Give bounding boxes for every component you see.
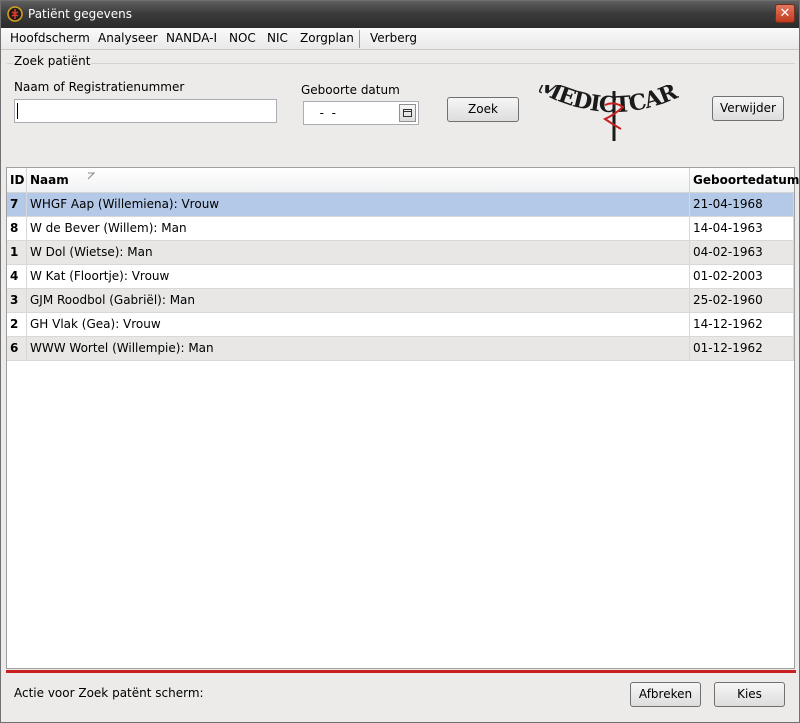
menu-verberg[interactable]: Verberg — [370, 31, 417, 45]
footer-accent-line — [6, 670, 796, 673]
search-button[interactable]: Zoek — [447, 97, 519, 122]
birth-date-picker[interactable]: - - — [303, 101, 419, 125]
menu-nic[interactable]: NIC — [267, 31, 288, 45]
app-caduceus-icon — [7, 6, 23, 22]
cell-id: 2 — [7, 313, 27, 336]
choose-button[interactable]: Kies — [714, 682, 785, 707]
search-group-border — [7, 63, 795, 64]
cell-geboortedatum: 14-12-1962 — [690, 313, 794, 336]
cell-naam: WHGF Aap (Willemiena): Vrouw — [27, 193, 690, 216]
calendar-icon — [403, 109, 412, 117]
table-row[interactable]: 8W de Bever (Willem): Man 14-04-1963 — [7, 217, 794, 241]
column-header-naam-label: Naam — [30, 173, 69, 187]
birth-date-value: - - — [312, 106, 336, 120]
cell-naam: GH Vlak (Gea): Vrouw — [27, 313, 690, 336]
column-header-id[interactable]: ID — [7, 168, 27, 193]
cell-geboortedatum: 14-04-1963 — [690, 217, 794, 240]
menu-zorgplan[interactable]: Zorgplan — [300, 31, 354, 45]
cell-geboortedatum: 04-02-1963 — [690, 241, 794, 264]
cell-id: 1 — [7, 241, 27, 264]
cell-id: 6 — [7, 337, 27, 360]
medicare-logo: MEDICTCARE — [539, 85, 683, 141]
menu-nanda-i[interactable]: NANDA-I — [166, 31, 217, 45]
table-row[interactable]: 1W Dol (Wietse): Man 04-02-1963 — [7, 241, 794, 265]
name-or-registration-input[interactable] — [14, 99, 277, 123]
table-row[interactable]: 2 GH Vlak (Gea): Vrouw 14-12-1962 — [7, 313, 794, 337]
column-header-naam[interactable]: Naam — [27, 168, 690, 193]
search-group-title: Zoek patiënt — [13, 54, 92, 68]
cell-naam: W Kat (Floortje): Vrouw — [27, 265, 690, 288]
cell-geboortedatum: 25-02-1960 — [690, 289, 794, 312]
patient-table: ID Naam Geboortedatum 7 WHGF Aap (Willemi… — [6, 167, 799, 669]
cell-geboortedatum: 01-12-1962 — [690, 337, 794, 360]
calendar-button[interactable] — [399, 104, 416, 122]
menu-bar: Hoofdscherm Analyseer NANDA-I NOC NIC Zo… — [1, 28, 799, 50]
cell-geboortedatum: 21-04-1968 — [690, 193, 794, 216]
text-caret — [17, 103, 18, 119]
cell-geboortedatum: 01-02-2003 — [690, 265, 794, 288]
cancel-button[interactable]: Afbreken — [630, 682, 701, 707]
close-button[interactable]: ✕ — [775, 4, 795, 23]
svg-text:MEDICTCARE: MEDICTCARE — [539, 85, 682, 118]
table-row[interactable]: 7 WHGF Aap (Willemiena): Vrouw 21-04-1968 — [7, 193, 794, 217]
delete-button[interactable]: Verwijder — [712, 96, 784, 121]
title-bar: Patiënt gegevens ✕ — [1, 1, 799, 28]
table-row[interactable]: 4W Kat (Floortje): Vrouw 01-02-2003 — [7, 265, 794, 289]
cell-id: 4 — [7, 265, 27, 288]
cell-naam: WWW Wortel (Willempie): Man — [27, 337, 690, 360]
menu-hoofdscherm[interactable]: Hoofdscherm — [10, 31, 90, 45]
table-row[interactable]: 6 WWW Wortel (Willempie): Man 01-12-1962 — [7, 337, 794, 361]
menu-analyseer[interactable]: Analyseer — [98, 31, 158, 45]
cell-naam: W de Bever (Willem): Man — [27, 217, 690, 240]
name-label: Naam of Registratienummer — [14, 80, 185, 94]
cell-naam: GJM Roodbol (Gabriël): Man — [27, 289, 690, 312]
cell-id: 8 — [7, 217, 27, 240]
column-header-geboortedatum[interactable]: Geboortedatum — [690, 168, 799, 193]
menu-separator — [359, 30, 360, 48]
status-text: Actie voor Zoek patënt scherm: — [14, 686, 204, 700]
birth-date-label: Geboorte datum — [301, 83, 400, 97]
menu-noc[interactable]: NOC — [229, 31, 256, 45]
table-row[interactable]: 3 GJM Roodbol (Gabriël): Man 25-02-1960 — [7, 289, 794, 313]
patient-window: Patiënt gegevens ✕ Hoofdscherm Analyseer… — [0, 0, 800, 723]
cell-id: 3 — [7, 289, 27, 312]
table-header: ID Naam Geboortedatum — [7, 168, 799, 193]
cell-naam: W Dol (Wietse): Man — [27, 241, 690, 264]
window-title: Patiënt gegevens — [28, 7, 132, 21]
cell-id: 7 — [7, 193, 27, 216]
sort-indicator-icon — [87, 172, 95, 180]
close-icon: ✕ — [779, 6, 791, 21]
